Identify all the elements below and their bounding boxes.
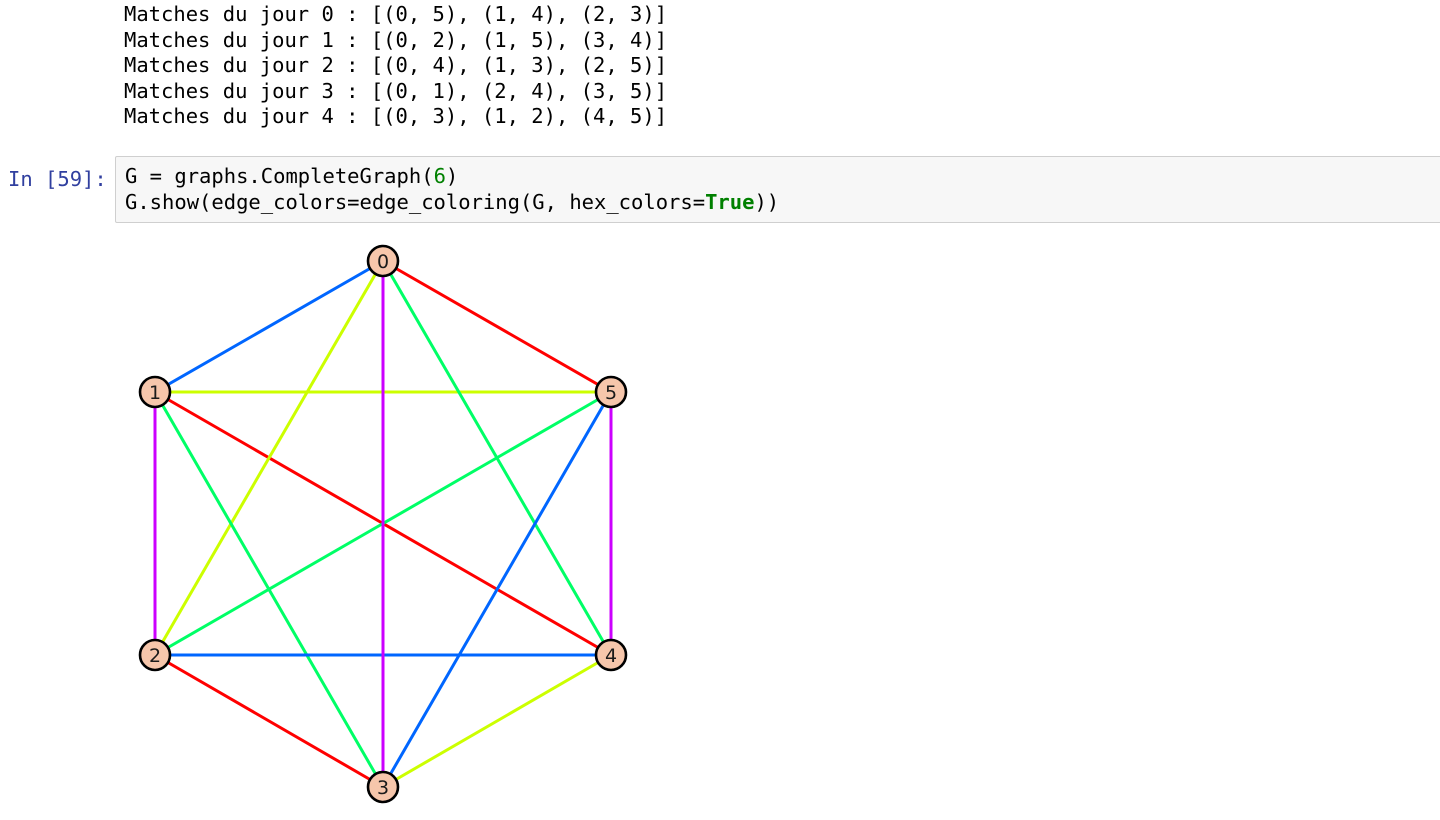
graph-plot-output: 0 1 2 3 4 5 — [0, 0, 1440, 820]
graph-node-label: 0 — [377, 251, 389, 273]
graph-node-label: 1 — [149, 382, 161, 404]
graph-edge-0-1 — [155, 261, 383, 392]
graph-node-label: 5 — [605, 382, 617, 404]
graph-edge-0-2 — [155, 261, 383, 655]
graph-edge-3-5 — [383, 392, 611, 787]
graph-edge-0-5 — [383, 261, 611, 392]
graph-node-label: 4 — [605, 645, 617, 667]
notebook-page: Matches du jour 0 : [(0, 5), (1, 4), (2,… — [0, 0, 1440, 820]
graph-edge-2-3 — [155, 655, 383, 787]
graph-node-label: 2 — [149, 645, 161, 667]
graph-edge-3-4 — [383, 655, 611, 787]
graph-node-label: 3 — [377, 777, 389, 799]
